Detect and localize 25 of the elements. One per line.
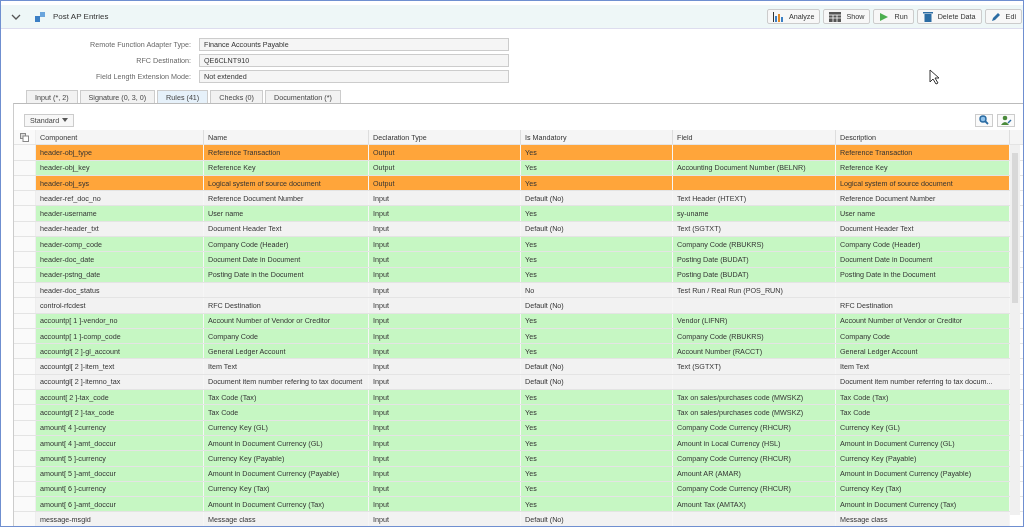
select-all-icon[interactable] [20,132,29,142]
row-selector[interactable] [14,191,36,206]
row-selector[interactable] [14,252,36,267]
row-selector[interactable] [14,206,36,221]
row-selector[interactable] [14,390,36,405]
user-settings-button[interactable] [997,113,1015,127]
row-selector[interactable] [14,344,36,359]
bar-chart-icon [772,11,784,22]
row-selector[interactable] [14,359,36,374]
row-selector[interactable] [14,237,36,252]
row-selector[interactable] [14,497,36,512]
table-icon [829,11,842,22]
section-title: Post AP Entries [53,12,109,21]
row-selector[interactable] [14,512,36,526]
scrollbar[interactable] [1010,145,1020,515]
trash-icon [922,11,933,22]
search-button[interactable] [975,113,993,127]
play-icon [879,11,890,22]
caret-icon [62,118,69,122]
chevron-icon[interactable] [11,12,21,21]
row-selector[interactable] [14,298,36,313]
row-selector[interactable] [14,451,36,466]
pencil-icon [990,11,1001,22]
mouse-pointer-icon [929,69,941,85]
row-selector[interactable] [14,405,36,420]
